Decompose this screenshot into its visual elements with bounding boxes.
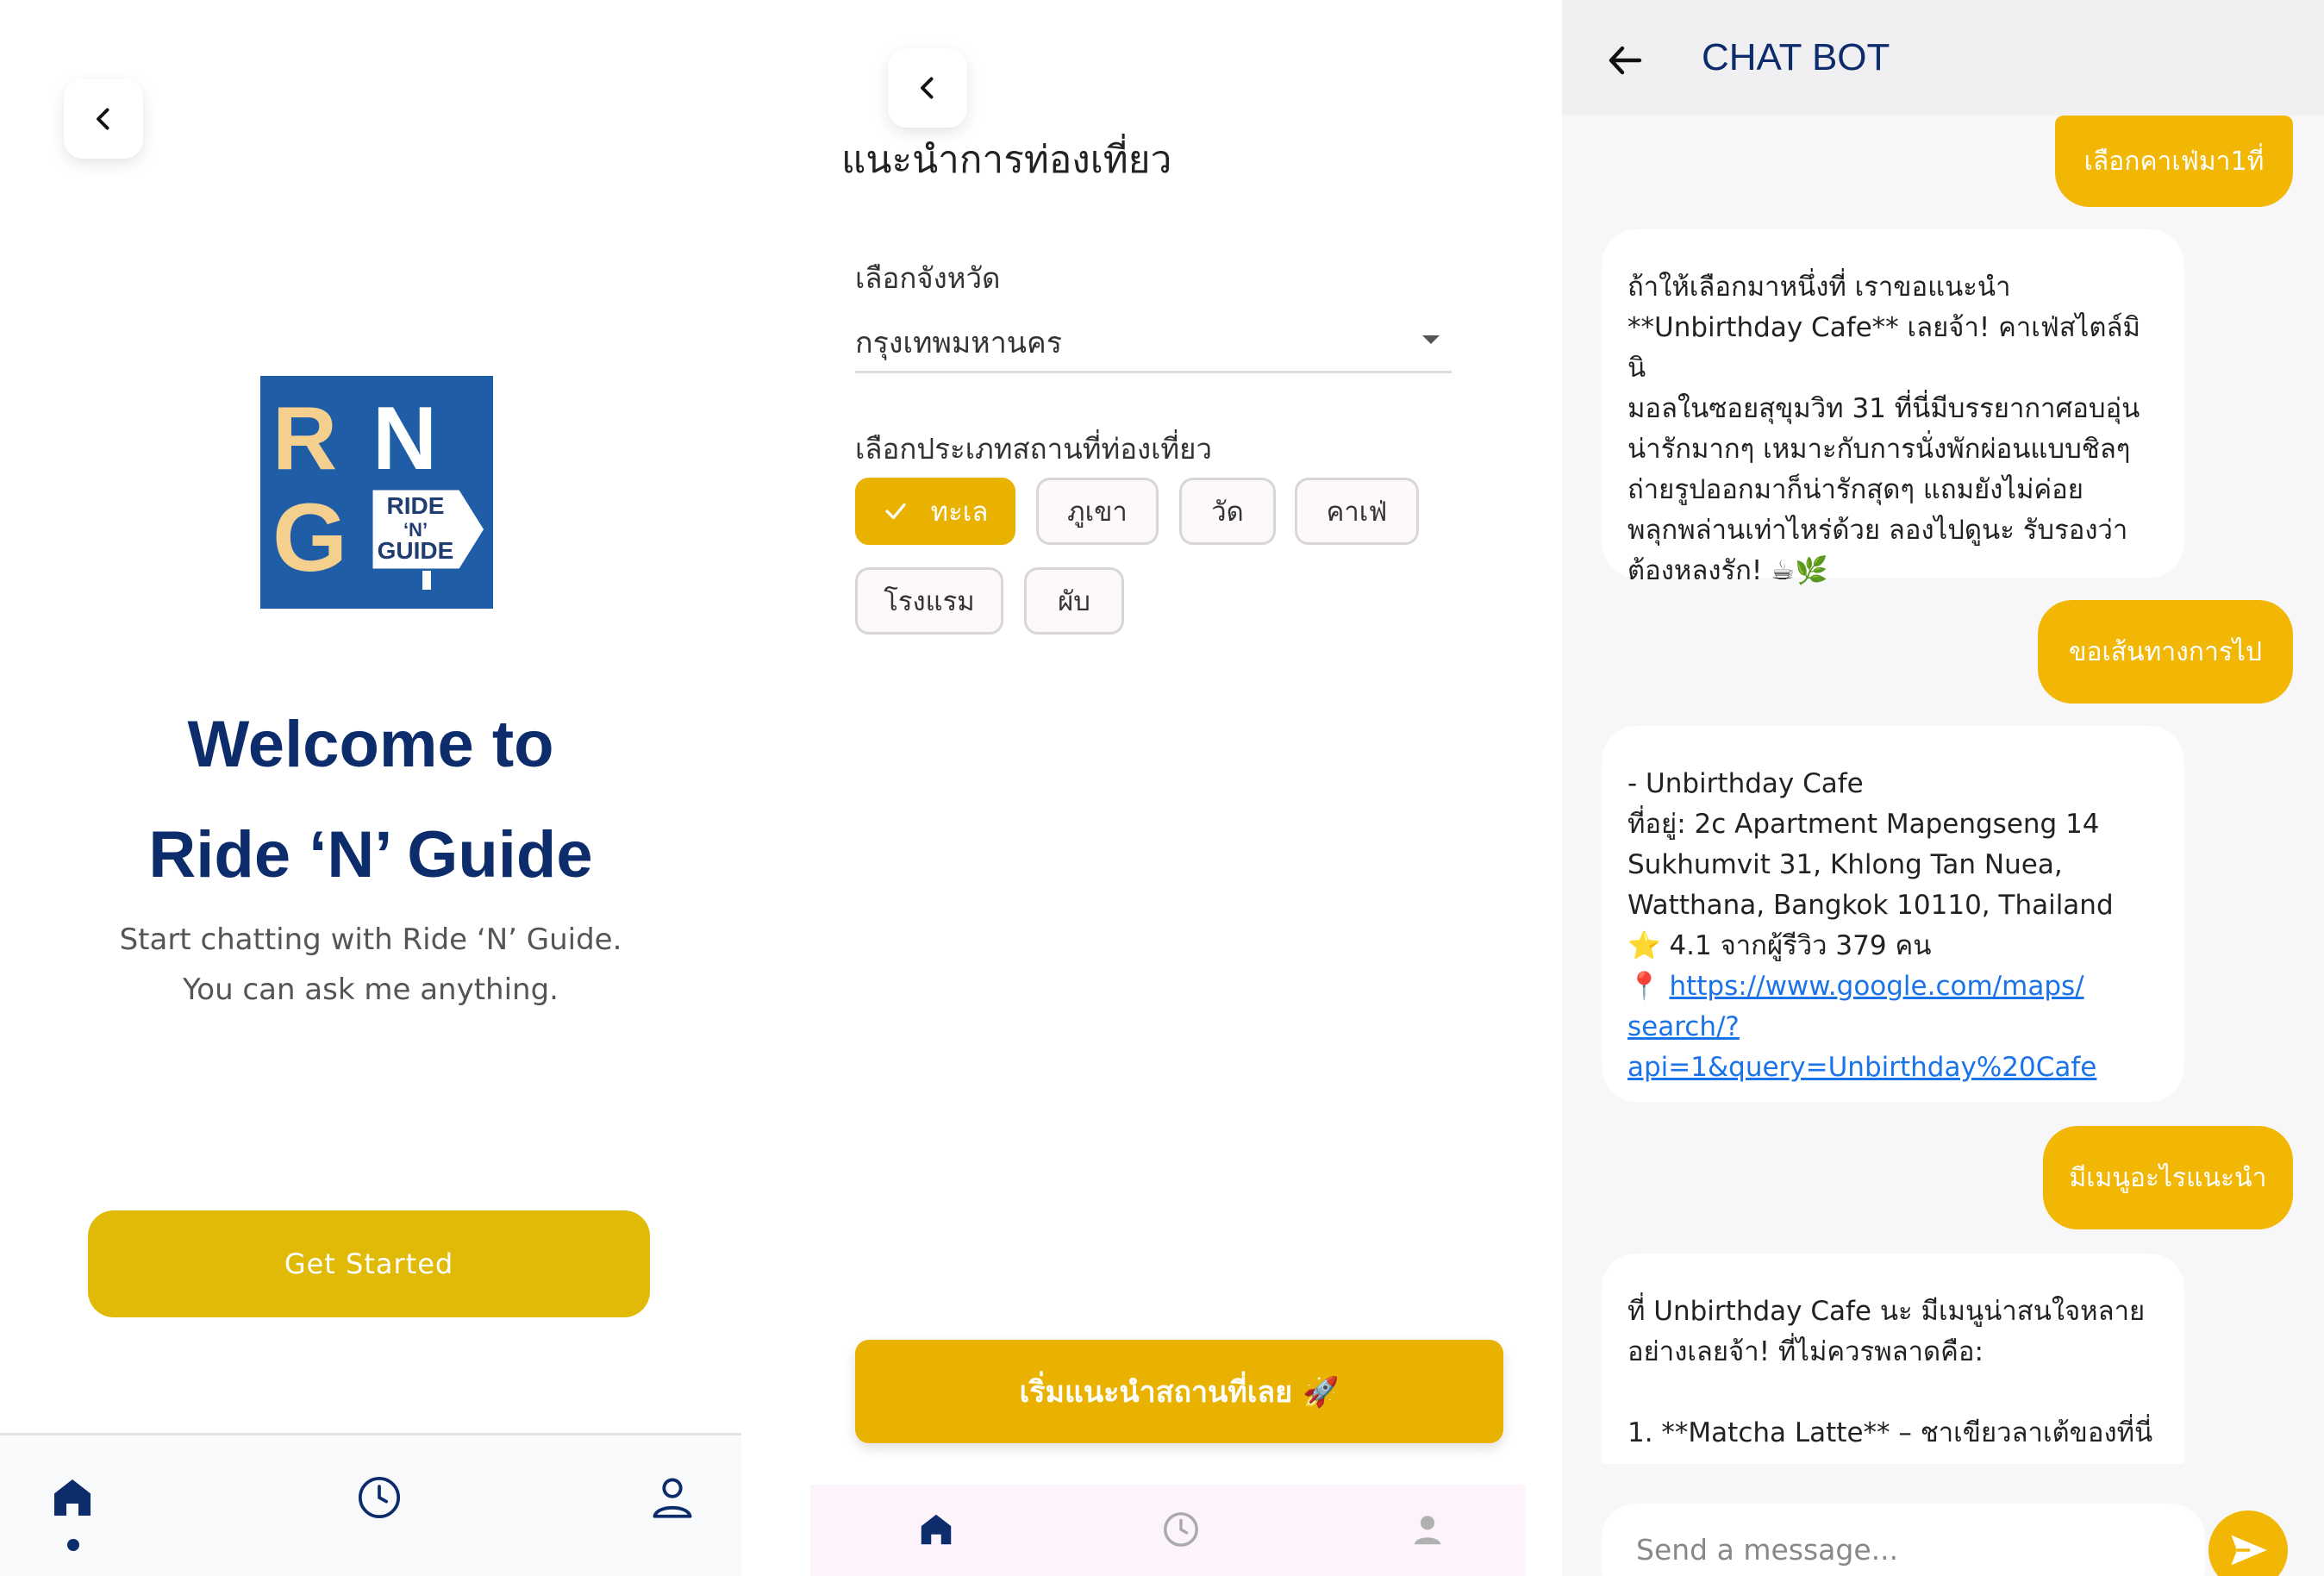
welcome-heading-line2: Ride ‘N’ Guide bbox=[148, 818, 593, 891]
nav-history[interactable] bbox=[1153, 1502, 1209, 1557]
nav-history[interactable] bbox=[345, 1463, 414, 1532]
arrow-left-icon bbox=[1609, 46, 1642, 75]
chevron-left-icon bbox=[921, 77, 934, 99]
check-icon bbox=[885, 503, 906, 520]
pin-icon: 📍 bbox=[1627, 971, 1670, 1002]
user-message: ขอเส้นทางการไป bbox=[2038, 600, 2293, 704]
clock-icon bbox=[358, 1476, 401, 1519]
chip-temple[interactable]: วัด bbox=[1179, 478, 1276, 545]
province-value: กรุงเทพมหานคร bbox=[855, 326, 1063, 360]
home-icon bbox=[54, 1479, 91, 1516]
nav-profile[interactable] bbox=[638, 1463, 707, 1532]
welcome-screen: R N G RIDE ‘N’ GUIDE Welcome to Ride ‘N’… bbox=[0, 0, 741, 1576]
chip-mountain[interactable]: ภูเขา bbox=[1036, 478, 1159, 545]
welcome-subtitle-line2: You can ask me anything. bbox=[183, 972, 559, 1007]
chip-cafe[interactable]: คาเฟ่ bbox=[1295, 478, 1419, 545]
back-button[interactable] bbox=[1598, 33, 1653, 88]
bot-message: ที่ Unbirthday Cafe นะ มีเมนูน่าสนใจหลาย… bbox=[1602, 1254, 2184, 1464]
province-dropdown[interactable]: กรุงเทพมหานคร bbox=[855, 319, 1452, 373]
chip-sea[interactable]: ทะเล bbox=[855, 478, 1015, 545]
maps-link[interactable]: https://www.google.com/maps/ search/?api… bbox=[1627, 971, 2096, 1083]
back-button[interactable] bbox=[64, 79, 143, 159]
chevron-left-icon bbox=[97, 108, 109, 130]
dropdown-arrow-icon bbox=[1422, 335, 1440, 344]
app-logo: R N G RIDE ‘N’ GUIDE bbox=[260, 376, 493, 609]
chat-title: CHAT BOT bbox=[1702, 36, 1890, 78]
chat-screen: CHAT BOT เลือกคาเฟ่มา1ที่ ถ้าให้เลือกมาห… bbox=[1562, 0, 2324, 1576]
svg-text:RIDE: RIDE bbox=[387, 492, 445, 519]
place-type-label: เลือกประเภทสถานที่ท่องเที่ยว bbox=[855, 432, 1213, 466]
send-button[interactable] bbox=[2208, 1510, 2288, 1576]
user-message: มีเมนูอะไรแนะนำ bbox=[2043, 1126, 2293, 1229]
message-input[interactable]: Send a message... bbox=[1602, 1504, 2205, 1576]
svg-text:N: N bbox=[372, 389, 437, 489]
nav-home[interactable] bbox=[38, 1463, 107, 1532]
chip-hotel[interactable]: โรงแรม bbox=[855, 567, 1003, 635]
user-message: เลือกคาเฟ่มา1ที่ bbox=[2055, 116, 2293, 207]
nav-active-dot bbox=[67, 1539, 79, 1551]
page-title: แนะนำการท่องเที่ยว bbox=[841, 138, 1172, 182]
province-label: เลือกจังหวัด bbox=[855, 261, 1001, 295]
profile-icon bbox=[653, 1478, 692, 1518]
clock-icon bbox=[1164, 1512, 1198, 1547]
welcome-heading-line1: Welcome to bbox=[187, 708, 554, 781]
send-icon bbox=[2231, 1535, 2267, 1566]
svg-text:R: R bbox=[272, 389, 337, 489]
nav-home[interactable] bbox=[909, 1502, 964, 1557]
welcome-subtitle-line1: Start chatting with Ride ‘N’ Guide. bbox=[119, 922, 622, 957]
chat-header: CHAT BOT bbox=[1562, 0, 2324, 116]
bottom-nav bbox=[0, 1433, 741, 1576]
bot-message-text: - Unbirthday Cafe ที่อยู่: 2c Apartment … bbox=[1627, 768, 2114, 961]
bot-message: - Unbirthday Cafe ที่อยู่: 2c Apartment … bbox=[1602, 726, 2184, 1102]
get-started-button[interactable]: Get Started bbox=[88, 1210, 650, 1317]
chip-label: ทะเล bbox=[930, 497, 989, 528]
bot-message: ถ้าให้เลือกมาหนึ่งที่ เราขอแนะนำ **Unbir… bbox=[1602, 229, 2184, 586]
chip-pub[interactable]: ผับ bbox=[1024, 567, 1124, 635]
nav-profile[interactable] bbox=[1400, 1502, 1455, 1557]
bottom-nav bbox=[810, 1485, 1526, 1576]
start-recommend-button[interactable]: เริ่มแนะนำสถานที่เลย 🚀 bbox=[855, 1340, 1503, 1443]
profile-icon bbox=[1414, 1516, 1441, 1545]
message-list: เลือกคาเฟ่มา1ที่ ถ้าให้เลือกมาหนึ่งที่ เ… bbox=[1562, 116, 2324, 1464]
back-button[interactable] bbox=[888, 48, 967, 128]
svg-text:GUIDE: GUIDE bbox=[378, 537, 454, 564]
home-icon bbox=[921, 1514, 952, 1545]
recommend-screen: แนะนำการท่องเที่ยว เลือกจังหวัด กรุงเทพม… bbox=[810, 0, 1526, 1576]
svg-text:G: G bbox=[272, 484, 347, 591]
